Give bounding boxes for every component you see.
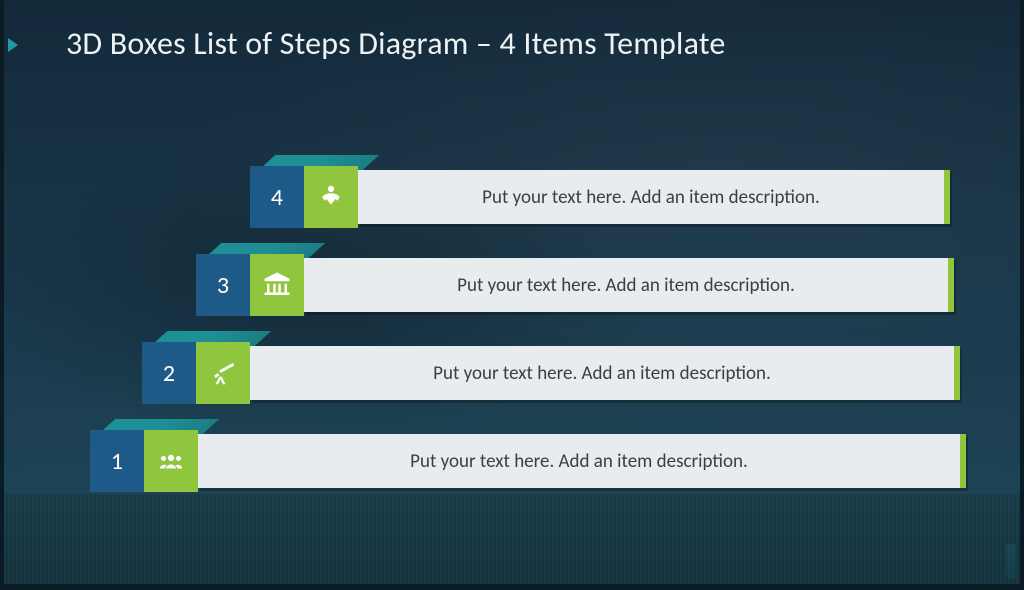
step-4-number: 4 xyxy=(250,166,304,228)
step-4-description: Put your text here. Add an item descript… xyxy=(358,170,950,224)
step-2-cube: 2 xyxy=(142,342,250,418)
telescope-icon xyxy=(196,342,250,404)
care-icon xyxy=(304,166,358,228)
bank-icon xyxy=(250,254,304,316)
step-2-number: 2 xyxy=(142,342,196,404)
step-3-description: Put your text here. Add an item descript… xyxy=(304,258,954,312)
people-icon xyxy=(144,430,198,492)
step-1-cube: 1 xyxy=(90,430,198,506)
step-4-cube: 4 xyxy=(250,166,358,242)
step-1-description: Put your text here. Add an item descript… xyxy=(198,434,966,488)
steps-container: 4 Put your text here. Add an item descri… xyxy=(4,0,1020,584)
step-2-description: Put your text here. Add an item descript… xyxy=(250,346,960,400)
step-3-number: 3 xyxy=(196,254,250,316)
step-3-cube: 3 xyxy=(196,254,304,330)
step-1-number: 1 xyxy=(90,430,144,492)
slide: 3D Boxes List of Steps Diagram – 4 Items… xyxy=(0,0,1024,590)
